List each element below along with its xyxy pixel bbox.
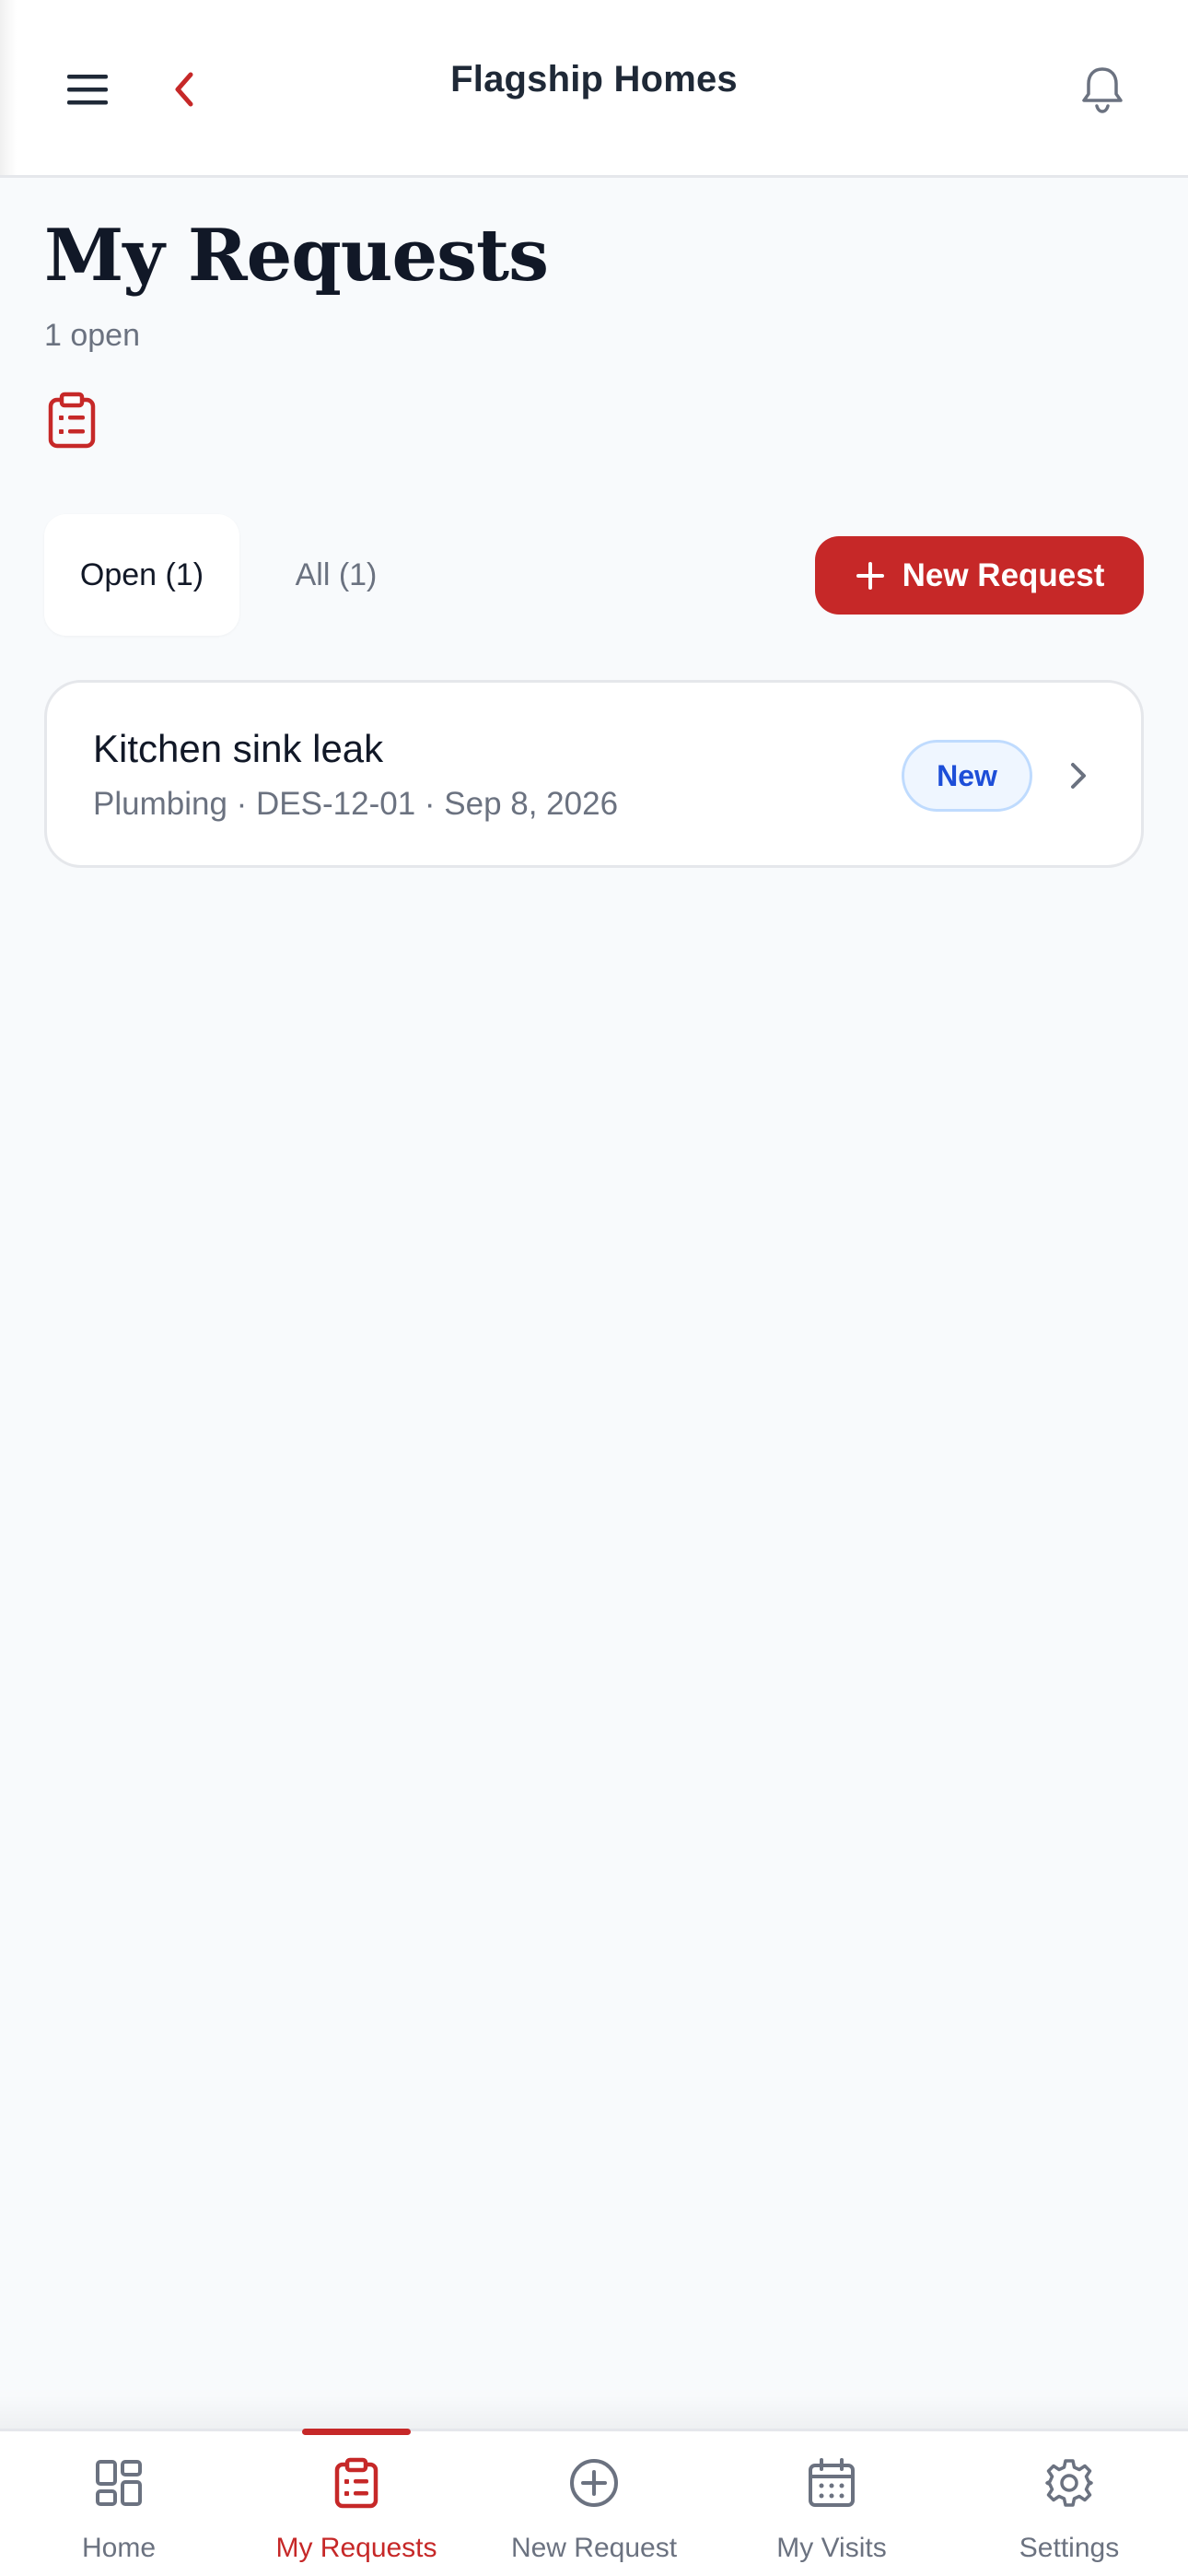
request-title: Kitchen sink leak	[93, 727, 384, 770]
bottom-navigation: Home My Requests New Request My Visits S…	[0, 2429, 1188, 2576]
calendar-icon	[809, 2458, 855, 2507]
bell-icon	[1082, 67, 1123, 113]
nav-my-visits-label: My Visits	[776, 2533, 887, 2563]
notifications-button[interactable]	[1068, 55, 1136, 123]
open-request-chevron[interactable]	[1060, 751, 1097, 801]
app-title: Flagship Homes	[450, 59, 738, 100]
nav-my-requests[interactable]: My Requests	[238, 2431, 475, 2576]
nav-my-visits[interactable]: My Visits	[713, 2431, 950, 2576]
new-request-button[interactable]: New Request	[815, 536, 1144, 615]
request-meta: Plumbing · DES-12-01 · Sep 8, 2026	[93, 786, 619, 822]
nav-new-request-label: New Request	[510, 2533, 678, 2563]
nav-home-label: Home	[81, 2533, 157, 2563]
app-screen: Flagship Homes My Requests 1 open Open (…	[0, 0, 1188, 2576]
tab-open[interactable]: Open (1)	[44, 514, 239, 636]
top-app-bar: Flagship Homes	[0, 0, 1188, 178]
nav-my-requests-label: My Requests	[275, 2533, 437, 2563]
clipboard-list-icon	[48, 392, 96, 449]
active-tab-indicator	[302, 2429, 411, 2435]
open-count-subtitle: 1 open	[44, 318, 140, 353]
gear-icon	[1045, 2459, 1093, 2507]
nav-settings[interactable]: Settings	[950, 2431, 1188, 2576]
clipboard-list-icon	[334, 2457, 379, 2509]
new-request-label: New Request	[902, 556, 1105, 593]
nav-home[interactable]: Home	[0, 2431, 238, 2576]
bottom-nav-shadow	[0, 2395, 1188, 2429]
nav-new-request[interactable]: New Request	[475, 2431, 713, 2576]
chevron-right-icon	[1071, 763, 1086, 789]
tab-all[interactable]: All (1)	[258, 514, 414, 636]
page-title: My Requests	[44, 214, 549, 298]
request-card[interactable]: Kitchen sink leak Plumbing · DES-12-01 ·…	[44, 680, 1144, 868]
plus-icon	[856, 561, 884, 590]
plus-circle-icon	[570, 2459, 618, 2507]
nav-settings-label: Settings	[1019, 2533, 1120, 2563]
grid-icon	[96, 2460, 142, 2506]
status-badge: New	[902, 740, 1032, 812]
